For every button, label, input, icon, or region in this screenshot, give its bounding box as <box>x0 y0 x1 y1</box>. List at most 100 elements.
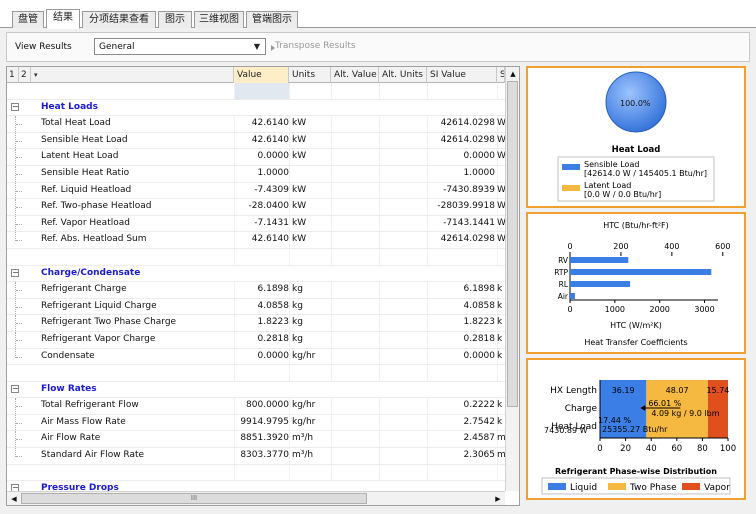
value-cell[interactable]: 9914.9795 <box>235 417 289 427</box>
column-header-si-value[interactable]: SI Value <box>427 67 497 83</box>
collapse-icon[interactable]: − <box>11 484 19 491</box>
value-cell[interactable]: 4.0858 <box>235 301 290 311</box>
si-value-cell[interactable]: 42614.0298 <box>427 234 495 244</box>
si-units-cell[interactable]: k <box>497 334 505 344</box>
units-cell[interactable]: kW <box>290 135 330 145</box>
value-cell[interactable]: 8303.3770 <box>235 450 289 460</box>
scroll-right-icon[interactable]: ▶ <box>491 492 505 505</box>
table-row[interactable]: Ref. Abs. Heatload Sum 42.6140 kW 42614.029… <box>7 232 505 249</box>
level-1-button[interactable]: 1 <box>7 67 19 83</box>
value-cell[interactable]: 800.0000 <box>235 400 289 410</box>
table-row[interactable]: Total Refrigerant Flow 800.0000 kg/hr 0.222… <box>7 398 505 415</box>
tab-tube-end[interactable]: 管端图示 <box>246 11 298 28</box>
table-row[interactable]: Ref. Two-phase Heatload -28.0400 kW -28039.… <box>7 199 505 216</box>
si-units-cell[interactable]: W <box>497 218 505 228</box>
si-value-cell[interactable]: 4.0858 <box>427 301 496 311</box>
level-2-button[interactable]: 2 <box>19 67 31 83</box>
si-value-cell[interactable]: 42614.0298 <box>427 135 495 145</box>
view-results-dropdown[interactable]: General ▼ <box>94 38 266 55</box>
units-cell[interactable]: m³/h <box>290 433 330 443</box>
si-value-cell[interactable]: 1.0000 <box>427 168 496 178</box>
units-cell[interactable]: kg <box>290 317 330 327</box>
collapse-icon[interactable]: − <box>11 102 19 111</box>
vertical-scroll-thumb[interactable] <box>507 81 518 407</box>
si-units-cell[interactable]: W <box>497 151 505 161</box>
units-cell[interactable]: kW <box>290 118 330 128</box>
si-units-cell[interactable]: W <box>497 118 505 128</box>
transpose-results-button[interactable]: Transpose Results <box>275 41 356 51</box>
table-row[interactable]: Air Mass Flow Rate 9914.9795 kg/hr 2.7542 k <box>7 414 505 432</box>
tab-coil[interactable]: 盘管 <box>12 11 44 28</box>
table-row[interactable]: Sensible Heat Ratio 1.0000 1.0000 <box>7 165 505 183</box>
value-cell[interactable]: 42.6140 <box>235 234 289 244</box>
section-header-row[interactable]: − Heat Loads <box>7 100 505 117</box>
units-cell[interactable]: kg/hr <box>290 351 330 361</box>
section-header-row[interactable]: − Charge/Condensate <box>7 266 505 283</box>
si-units-cell[interactable]: k <box>497 317 505 327</box>
column-header-si-units[interactable]: S <box>497 67 505 83</box>
si-value-cell[interactable]: 0.0000 <box>427 351 496 361</box>
horizontal-scroll-thumb[interactable]: III <box>21 493 367 504</box>
units-cell[interactable]: kW <box>290 201 330 211</box>
column-header-value[interactable]: Value <box>234 67 289 83</box>
si-value-cell[interactable]: 2.4587 <box>427 433 496 443</box>
table-row[interactable]: Refrigerant Liquid Charge 4.0858 kg 4.0858 k <box>7 298 505 316</box>
value-cell[interactable]: 42.6140 <box>235 118 289 128</box>
tab-diagram[interactable]: 图示 <box>158 11 192 28</box>
section-header-row[interactable]: − Flow Rates <box>7 382 505 399</box>
value-cell[interactable]: 0.0000 <box>235 151 290 161</box>
table-row[interactable]: Latent Heat Load0.0000kW0.0000W <box>7 149 505 166</box>
units-cell[interactable]: kg/hr <box>290 400 330 410</box>
si-units-cell[interactable]: k <box>497 400 505 410</box>
table-row[interactable]: Refrigerant Vapor Charge 0.2818 kg 0.2818 k <box>7 331 505 349</box>
column-header-units[interactable]: Units <box>289 67 331 83</box>
si-units-cell[interactable]: m <box>497 433 505 443</box>
si-value-cell[interactable]: 0.2222 <box>427 400 496 410</box>
value-cell[interactable]: 6.1898 <box>235 284 290 294</box>
collapse-icon[interactable]: − <box>11 268 19 277</box>
si-value-cell[interactable]: -7430.8939 <box>427 185 495 195</box>
si-value-cell[interactable]: 6.1898 <box>427 284 496 294</box>
units-cell[interactable]: kW <box>290 151 330 161</box>
value-cell[interactable]: -28.0400 <box>235 201 289 211</box>
si-value-cell[interactable]: 0.2818 <box>427 334 496 344</box>
table-row[interactable]: Total Heat Load 42.6140kW 42614.0298W <box>7 116 505 133</box>
si-units-cell[interactable]: k <box>497 417 505 427</box>
collapse-icon[interactable]: − <box>11 384 19 393</box>
si-units-cell[interactable]: W <box>497 234 505 244</box>
si-units-cell[interactable]: W <box>497 201 505 211</box>
tab-3d-view[interactable]: 三维视图 <box>194 11 244 28</box>
value-cell[interactable]: 1.8223 <box>235 317 290 327</box>
table-row[interactable]: Sensible Heat Load 42.6140kW 42614.0298W <box>7 132 505 150</box>
scroll-up-icon[interactable]: ▲ <box>506 67 519 81</box>
vertical-scrollbar[interactable]: ▲ <box>505 67 519 491</box>
si-value-cell[interactable]: 1.8223 <box>427 317 496 327</box>
si-units-cell[interactable]: W <box>497 135 505 145</box>
value-cell[interactable]: 1.0000 <box>235 168 290 178</box>
value-cell[interactable]: 42.6140 <box>235 135 289 145</box>
si-units-cell[interactable]: W <box>497 185 505 195</box>
sort-icon[interactable]: ▾ <box>31 67 234 83</box>
table-row[interactable]: Ref. Vapor Heatload -7.1431kW -7143.1441W <box>7 215 505 233</box>
column-header-alt-units[interactable]: Alt. Units <box>379 67 427 83</box>
value-cell[interactable]: -7.1431 <box>235 218 289 228</box>
si-value-cell[interactable]: -28039.9918 <box>427 201 495 211</box>
tab-item-results[interactable]: 分项结果查看 <box>82 11 156 28</box>
si-units-cell[interactable]: m <box>497 450 505 460</box>
value-cell[interactable]: 8851.3920 <box>235 433 289 443</box>
horizontal-scrollbar[interactable]: ◀ III ▶ <box>7 491 505 505</box>
units-cell[interactable]: kg <box>290 301 330 311</box>
units-cell[interactable]: kg/hr <box>290 417 330 427</box>
si-units-cell[interactable]: k <box>497 284 505 294</box>
scroll-left-icon[interactable]: ◀ <box>7 492 21 505</box>
units-cell[interactable]: m³/h <box>290 450 330 460</box>
value-cell[interactable]: 0.2818 <box>235 334 290 344</box>
units-cell[interactable]: kg <box>290 334 330 344</box>
si-value-cell[interactable]: 42614.0298 <box>427 118 495 128</box>
units-cell[interactable]: kW <box>290 185 330 195</box>
value-cell[interactable]: 0.0000 <box>235 351 290 361</box>
units-cell[interactable]: kW <box>290 234 330 244</box>
tab-results[interactable]: 结果 <box>46 9 80 29</box>
si-value-cell[interactable]: 2.7542 <box>427 417 496 427</box>
table-row[interactable]: Refrigerant Charge 6.1898 kg 6.1898 k <box>7 282 505 299</box>
